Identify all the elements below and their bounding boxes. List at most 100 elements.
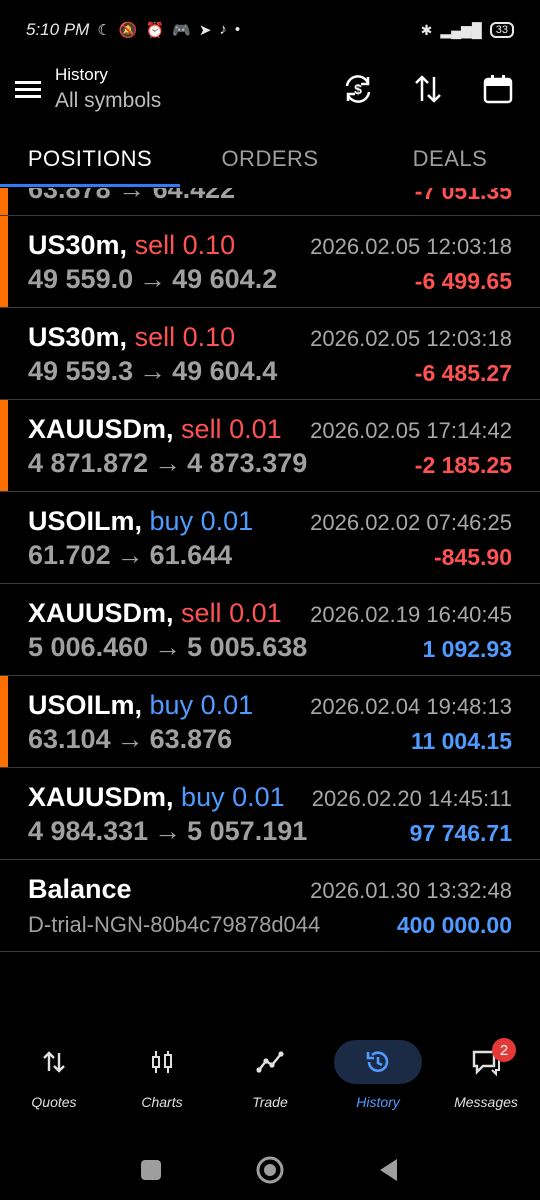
tab-deals[interactable]: DEALS — [360, 130, 540, 186]
list-item[interactable]: XAUUSDm, buy 0.01 4 984.331 → 5 057.191 20… — [0, 768, 540, 860]
list-item[interactable]: 63.878 → 64.422 -7 051.35 — [0, 188, 540, 216]
messages-badge: 2 — [492, 1038, 516, 1062]
currency-sync-icon: $ — [345, 75, 371, 103]
deal-time: 2026.02.20 14:45:11 — [311, 786, 512, 811]
back-button[interactable] — [377, 1157, 401, 1183]
telegram-icon: ➤ — [198, 22, 212, 39]
close-price: 49 604.4 — [172, 356, 278, 386]
nav-label: Messages — [454, 1094, 518, 1110]
open-price: 63.104 — [28, 724, 111, 754]
system-nav — [0, 1140, 540, 1200]
profit-value: -6 499.65 — [414, 268, 512, 294]
arrow-icon: → — [154, 448, 182, 478]
deal-symbol: US30m, — [28, 230, 128, 260]
calendar-button[interactable] — [476, 67, 520, 111]
nav-quotes[interactable]: Quotes — [0, 1040, 108, 1120]
tiktok-icon: ♪ — [219, 21, 227, 38]
nav-trade[interactable]: Trade — [216, 1040, 324, 1120]
menu-button[interactable] — [0, 60, 55, 118]
open-price: 49 559.3 — [28, 356, 134, 386]
price-range: 49 559.0 → 49 604.2 — [28, 264, 277, 295]
close-price: 63.876 — [149, 724, 233, 754]
trade-icon — [226, 1040, 314, 1084]
page-title: History — [55, 65, 108, 84]
positions-list: 63.878 → 64.422 -7 051.35 US30m, sell 0.… — [0, 188, 540, 952]
deal-title: XAUUSDm, sell 0.01 — [28, 598, 282, 629]
deal-symbol: XAUUSDm, — [28, 782, 174, 812]
gamepad-icon: 🎮 — [172, 22, 191, 39]
deal-volume: 0.01 — [229, 414, 282, 444]
history-tabs: POSITIONS ORDERS DEALS — [0, 130, 540, 186]
status-bar: 5:10 PM ☾ 🔕 ⏰ 🎮 ➤ ♪ • ✱ ▂▄▆█ 33 — [0, 0, 540, 60]
nav-charts[interactable]: Charts — [108, 1040, 216, 1120]
tab-indicator — [0, 184, 180, 187]
list-item[interactable]: US30m, sell 0.10 49 559.3 → 49 604.4 2026.… — [0, 308, 540, 400]
profit-value: -7 051.35 — [414, 188, 512, 204]
price-range: 61.702 → 61.644 — [28, 540, 232, 571]
row-marker — [0, 676, 8, 767]
nav-label: Charts — [141, 1094, 183, 1110]
deal-side: sell — [181, 598, 222, 628]
price-range: 63.104 → 63.876 — [28, 724, 232, 755]
deal-title: USOILm, buy 0.01 — [28, 690, 253, 721]
list-item[interactable]: US30m, sell 0.10 49 559.0 → 49 604.2 2026.… — [0, 216, 540, 308]
recent-apps-button[interactable] — [139, 1158, 163, 1182]
close-price: 5 005.638 — [187, 632, 308, 662]
deal-symbol: XAUUSDm, — [28, 414, 174, 444]
deal-title: XAUUSDm, sell 0.01 — [28, 414, 282, 445]
deal-volume: 0.10 — [182, 322, 236, 352]
deal-side: sell — [134, 230, 176, 260]
moon-icon: ☾ — [97, 22, 111, 39]
messages-icon: 2 — [442, 1038, 530, 1084]
open-price: 49 559.0 — [28, 264, 134, 294]
list-item[interactable]: XAUUSDm, sell 0.01 5 006.460 → 5 005.638 2… — [0, 584, 540, 676]
list-item[interactable]: USOILm, buy 0.01 63.104 → 63.876 2026.02.0… — [0, 676, 540, 768]
svg-text:$: $ — [354, 81, 362, 97]
calendar-icon — [483, 75, 513, 104]
price-range: 4 984.331 → 5 057.191 — [28, 816, 307, 847]
tab-orders[interactable]: ORDERS — [180, 130, 360, 186]
list-item[interactable]: XAUUSDm, sell 0.01 4 871.872 → 4 873.379 2… — [0, 400, 540, 492]
deal-side: buy — [181, 782, 225, 812]
profit-value: 97 746.71 — [409, 820, 512, 846]
bell-off-icon: 🔕 — [118, 22, 138, 39]
home-button[interactable] — [255, 1155, 285, 1185]
title-block[interactable]: History All symbols — [55, 65, 161, 113]
tab-positions[interactable]: POSITIONS — [0, 130, 180, 186]
deal-side: buy — [149, 690, 194, 720]
deal-volume: 0.01 — [200, 690, 254, 720]
deal-volume: 0.01 — [229, 598, 282, 628]
deal-side: buy — [149, 506, 194, 536]
nav-history[interactable]: History — [324, 1040, 432, 1120]
dot-icon: • — [234, 21, 241, 38]
list-item[interactable]: USOILm, buy 0.01 61.702 → 61.644 2026.02.0… — [0, 492, 540, 584]
deal-symbol: US30m, — [28, 322, 128, 352]
signal-icon: ▂▄▆█ — [440, 21, 482, 38]
deal-volume: 0.01 — [232, 782, 285, 812]
battery-icon: 33 — [489, 22, 514, 38]
deal-volume: 0.01 — [200, 506, 254, 536]
deal-time: 2026.02.19 16:40:45 — [310, 602, 512, 627]
close-price: 5 057.191 — [187, 816, 308, 846]
sort-button[interactable] — [406, 67, 450, 111]
status-right: ✱ ▂▄▆█ 33 — [421, 22, 514, 39]
currency-sync-button[interactable]: $ — [336, 67, 380, 111]
deal-time: 2026.02.04 19:48:13 — [310, 694, 512, 719]
deal-symbol: USOILm, — [28, 690, 143, 720]
nav-label: Trade — [252, 1094, 288, 1110]
deal-rows: US30m, sell 0.10 49 559.0 → 49 604.2 2026.… — [0, 216, 540, 860]
close-price: 49 604.2 — [172, 264, 278, 294]
deal-side: sell — [134, 322, 176, 352]
alarm-icon: ⏰ — [145, 22, 165, 39]
nav-label: History — [356, 1094, 400, 1110]
profit-value: 1 092.93 — [422, 636, 512, 662]
open-price: 5 006.460 — [28, 632, 149, 662]
arrow-icon: → — [154, 632, 182, 662]
arrow-icon: → — [154, 816, 182, 846]
arrow-icon: → — [116, 540, 144, 570]
balance-row[interactable]: Balance D-trial-NGN-80b4c79878d044 2026.… — [0, 860, 540, 952]
nav-messages[interactable]: 2 Messages — [432, 1038, 540, 1120]
profit-value: 11 004.15 — [410, 728, 512, 754]
deal-title: XAUUSDm, buy 0.01 — [28, 782, 285, 813]
candlestick-icon — [118, 1040, 206, 1084]
